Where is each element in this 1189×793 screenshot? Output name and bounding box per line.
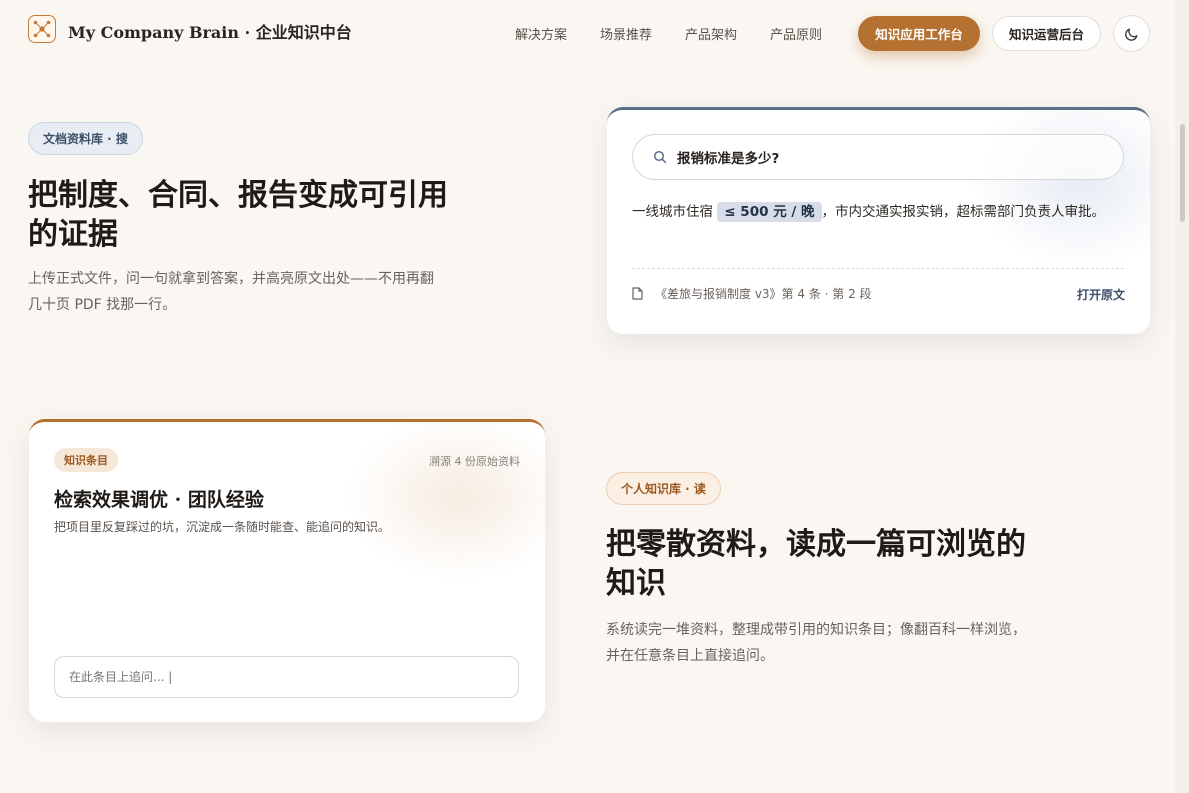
nav-principles[interactable]: 产品原则	[770, 24, 822, 43]
nav-architecture[interactable]: 产品架构	[685, 24, 737, 43]
docs-section-desc: 上传正式文件，问一句就拿到答案，并高亮原文出处——不用再翻 几十页 PDF 找那…	[28, 271, 434, 313]
search-bar[interactable]: 报销标准是多少?	[632, 134, 1124, 180]
network-logo-icon[interactable]	[28, 15, 56, 43]
citation: 《差旅与报销制度 v3》第 4 条 · 第 2 段	[632, 285, 872, 302]
document-icon	[632, 287, 643, 300]
entry-tag: 知识条目	[54, 448, 118, 472]
personal-section-title: 把零散资料，读成一篇可浏览的 知识	[606, 527, 1026, 601]
workbench-button[interactable]: 知识应用工作台	[858, 16, 980, 51]
search-demo-card: 报销标准是多少? 一线城市住宿 ≤ 500 元 / 晚，市内交通实报实销，超标需…	[607, 107, 1150, 334]
search-icon	[653, 150, 667, 164]
source-count: 溯源 4 份原始资料	[429, 455, 520, 468]
entry-desc: 把项目里反复踩过的坑，沉淀成一条随时能查、能追问的知识。	[54, 520, 391, 534]
moon-icon	[1124, 28, 1137, 41]
docs-section-pill: 文档资料库 · 搜	[28, 122, 143, 155]
nav-scenarios[interactable]: 场景推荐	[600, 24, 652, 43]
answer-text: 一线城市住宿 ≤ 500 元 / 晚，市内交通实报实销，超标需部门负责人审批。	[632, 202, 1106, 222]
answer-highlight: ≤ 500 元 / 晚	[717, 202, 822, 222]
knowledge-entry-card: 知识条目 溯源 4 份原始资料 检索效果调优 · 团队经验 把项目里反复踩过的坑…	[29, 419, 545, 722]
divider	[632, 268, 1124, 269]
citation-text: 《差旅与报销制度 v3》第 4 条 · 第 2 段	[655, 287, 872, 301]
brand-name[interactable]: My Company Brain · 企业知识中台	[68, 19, 352, 43]
nav-solutions[interactable]: 解决方案	[515, 24, 567, 43]
theme-toggle-button[interactable]	[1113, 15, 1150, 52]
open-source-link[interactable]: 打开原文	[1077, 286, 1125, 303]
follow-up-input[interactable]	[54, 656, 519, 698]
docs-section-title: 把制度、合同、报告变成可引用 的证据	[28, 178, 448, 252]
search-query: 报销标准是多少?	[677, 151, 780, 167]
personal-section-pill: 个人知识库 · 读	[606, 472, 721, 505]
entry-title: 检索效果调优 · 团队经验	[54, 489, 264, 511]
personal-section-desc: 系统读完一堆资料，整理成带引用的知识条目；像翻百科一样浏览， 并在任意条目上直接…	[606, 622, 1026, 664]
scrollbar-thumb[interactable]	[1180, 124, 1185, 222]
scrollbar-track[interactable]	[1175, 0, 1189, 793]
ops-console-button[interactable]: 知识运营后台	[992, 16, 1101, 51]
site-header: My Company Brain · 企业知识中台 解决方案 场景推荐 产品架构…	[0, 0, 1175, 66]
